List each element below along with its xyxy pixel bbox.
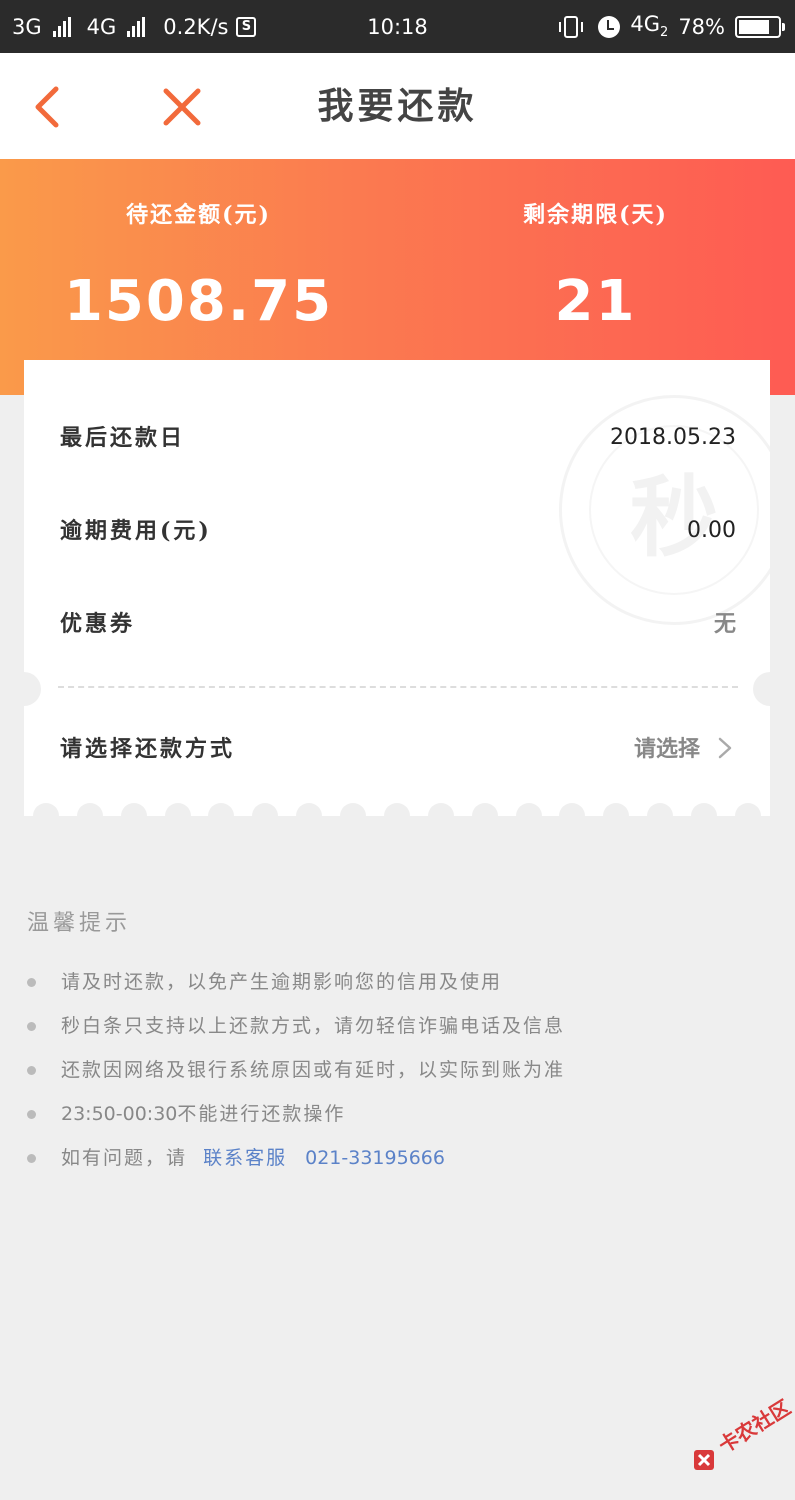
tip-time-range: 23:50-00:30: [61, 1103, 178, 1125]
amount-section: 待还金额(元) 1508.75: [0, 159, 397, 334]
coupon-row[interactable]: 优惠券 无: [24, 594, 770, 654]
battery-fill: [739, 19, 769, 34]
due-date-value: 2018.05.23: [610, 425, 736, 450]
site-watermark: 卡农社区: [688, 1395, 795, 1478]
overdue-fee-row: 逾期费用(元) 0.00: [24, 501, 770, 561]
days-section: 剩余期限(天) 21: [397, 159, 794, 334]
overdue-fee-value: 0.00: [687, 518, 736, 543]
nav-bar: 我要还款: [0, 53, 795, 159]
payment-method-label: 请选择还款方式: [60, 736, 236, 762]
tip-item: 还款因网络及银行系统原因或有延时，以实际到账为准: [27, 1048, 787, 1092]
battery-percent: 78%: [678, 14, 725, 39]
overdue-fee-label: 逾期费用(元): [60, 518, 212, 544]
card-notch-right: [753, 672, 770, 706]
tip-item: 请及时还款，以免产生逾期影响您的信用及使用: [27, 960, 787, 1004]
status-left: 3G 4G 0.2K/s S: [12, 0, 257, 53]
net3-sub: 2: [660, 25, 669, 41]
watermark-text: 卡农社区: [714, 1394, 795, 1458]
card-notch-left: [24, 672, 41, 706]
due-date-label: 最后还款日: [60, 425, 186, 451]
days-label: 剩余期限(天): [523, 202, 668, 228]
network-3g-label: 3G: [12, 14, 42, 39]
signal-icon-2: [127, 16, 146, 37]
due-date-row: 最后还款日 2018.05.23: [24, 408, 770, 468]
signal-icon: [52, 16, 71, 37]
contact-support-link[interactable]: 联系客服: [203, 1147, 287, 1169]
s-app-icon: S: [236, 16, 257, 37]
card-scalloped-edge: [24, 803, 770, 816]
net-speed: 0.2K/s: [163, 14, 229, 39]
status-time: 10:18: [367, 14, 428, 39]
network-4g-label: 4G: [86, 14, 117, 39]
tips-list: 请及时还款，以免产生逾期影响您的信用及使用 秒白条只支持以上还款方式，请勿轻信诈…: [27, 960, 787, 1180]
tip-item-contact: 如有问题，请 联系客服 021-33195666: [27, 1136, 787, 1180]
coupon-label: 优惠券: [60, 611, 136, 637]
alarm-icon: [598, 15, 621, 38]
tip-time-text: 不能进行还款操作: [177, 1103, 346, 1125]
status-right: 4G2 78%: [559, 0, 785, 53]
support-phone-link[interactable]: 021-33195666: [305, 1147, 445, 1169]
page-title: 我要还款: [317, 85, 478, 127]
amount-label: 待还金额(元): [126, 202, 271, 228]
chevron-right-icon: [718, 737, 732, 759]
network-4g2-label: 4G2: [630, 12, 668, 40]
days-value: 21: [554, 269, 637, 334]
tip-item: 秒白条只支持以上还款方式，请勿轻信诈骗电话及信息: [27, 1004, 787, 1048]
tips-title: 温馨提示: [27, 911, 132, 936]
status-bar: 3G 4G 0.2K/s S 10:18 4G2 78%: [0, 0, 795, 53]
payment-method-value: 请选择: [633, 736, 700, 762]
net3-text: 4G: [630, 12, 661, 37]
amount-value: 1508.75: [63, 269, 334, 334]
payment-method-row[interactable]: 请选择还款方式 请选择: [24, 719, 770, 779]
vibrate-icon: [559, 15, 584, 38]
tip-item-time: 23:50-00:30不能进行还款操作: [27, 1092, 787, 1136]
coupon-value: 无: [713, 611, 736, 637]
watermark-logo-icon: [694, 1450, 714, 1470]
battery-icon: [735, 15, 785, 38]
divider: [58, 686, 738, 688]
tip-contact-prefix: 如有问题，请: [61, 1147, 188, 1169]
details-card: 秒 最后还款日 2018.05.23 逾期费用(元) 0.00 优惠券 无 请选…: [24, 360, 770, 816]
